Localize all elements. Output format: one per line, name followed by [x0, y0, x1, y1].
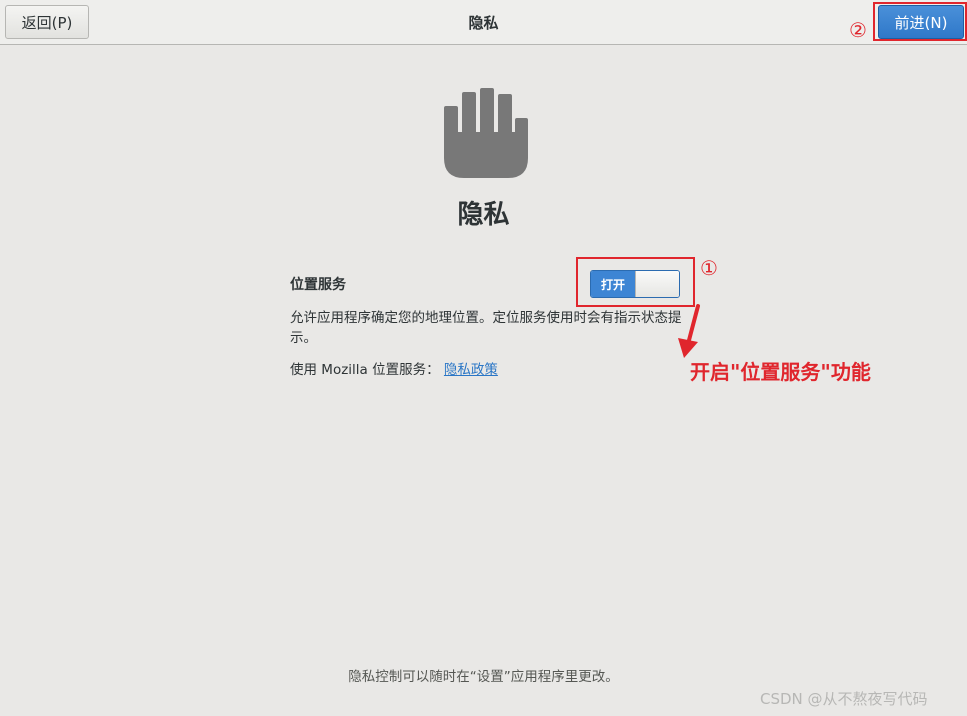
location-service-description: 允许应用程序确定您的地理位置。定位服务使用时会有指示状态提示。 [290, 310, 682, 346]
header-title: 隐私 [468, 14, 499, 32]
header-bar: 返回(P) 隐私 前进(N) [0, 0, 967, 45]
annotation-marker-1: ① [700, 256, 718, 280]
annotation-box-next [873, 2, 967, 41]
watermark: CSDN @从不熬夜写代码 [760, 690, 928, 708]
footer-note: 隐私控制可以随时在“设置”应用程序里更改。 [348, 669, 619, 685]
hand-stop-icon [444, 88, 528, 178]
mozilla-location-info: 使用 Mozilla 位置服务： 隐私政策 [290, 358, 498, 378]
privacy-policy-link[interactable]: 隐私政策 [444, 362, 498, 378]
annotation-marker-2: ② [849, 18, 867, 42]
location-service-label: 位置服务 [290, 277, 346, 293]
mozilla-prefix-text: 使用 Mozilla 位置服务： [290, 362, 440, 378]
annotation-callout: 开启"位置服务"功能 [690, 360, 871, 384]
page-title: 隐私 [457, 200, 510, 230]
annotation-box-switch [576, 257, 695, 307]
